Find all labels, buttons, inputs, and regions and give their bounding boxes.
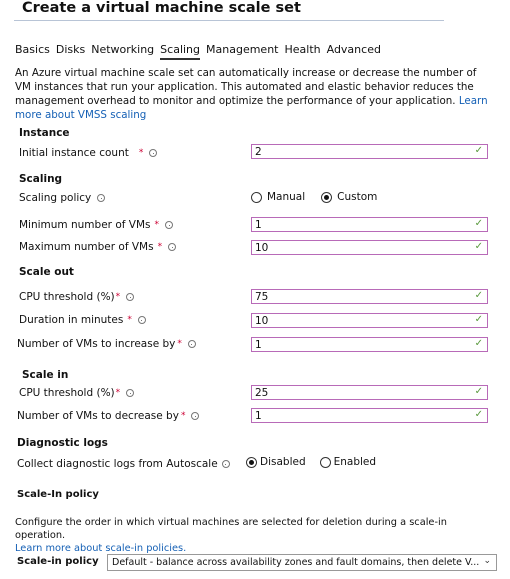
duration-input[interactable]: 10 ✓ [251,313,488,328]
checkmark-icon: ✓ [474,314,483,325]
initial-count-label: Initial instance count [19,147,129,159]
diagnostic-logs-heading: Diagnostic logs [17,437,108,449]
initial-count-input[interactable]: 2 ✓ [251,144,488,159]
info-icon[interactable] [137,316,146,324]
duration-value: 10 [255,314,269,327]
scale-out-cpu-input[interactable]: 75 ✓ [251,289,488,304]
tab-health[interactable]: Health [284,43,320,60]
custom-radio-label[interactable]: Custom [337,191,377,203]
tab-scaling[interactable]: Scaling [160,43,201,60]
scale-out-cpu-value: 75 [255,290,269,303]
decrease-by-label: Number of VMs to decrease by [17,410,179,422]
tab-management[interactable]: Management [206,43,278,60]
checkmark-icon: ✓ [474,145,483,156]
scale-in-cpu-label-row: CPU threshold (%) * [19,387,135,399]
increase-by-label-row: Number of VMs to increase by * [17,338,196,350]
collect-logs-label-row: Collect diagnostic logs from Autoscale [17,458,230,470]
scale-in-cpu-value: 25 [255,386,269,399]
scale-in-heading: Scale in [22,369,69,381]
decrease-by-label-row: Number of VMs to decrease by * [17,410,200,422]
tab-disks[interactable]: Disks [56,43,85,60]
max-vms-input[interactable]: 10 ✓ [251,240,488,255]
tab-basics[interactable]: Basics [15,43,50,60]
required-marker: * [115,292,121,302]
info-icon[interactable] [126,293,135,301]
chevron-down-icon: ⌄ [483,556,491,566]
scale-out-cpu-label: CPU threshold (%) [19,291,115,303]
increase-by-value: 1 [255,338,262,351]
info-icon[interactable] [97,194,106,202]
info-icon[interactable] [187,340,196,348]
scaling-heading: Scaling [19,173,63,185]
decrease-by-value: 1 [255,409,262,422]
required-marker: * [154,220,160,230]
scale-in-policy-selected-value: Default - balance across availability zo… [112,557,480,568]
required-marker: * [127,315,132,325]
info-icon[interactable] [168,243,177,251]
tab-networking[interactable]: Networking [91,43,154,60]
enabled-radio-label[interactable]: Enabled [334,456,376,468]
scale-out-heading: Scale out [19,266,74,278]
scale-in-cpu-label: CPU threshold (%) [19,387,115,399]
scale-in-policy-description: Configure the order in which virtual mac… [15,516,500,555]
max-vms-label-row: Maximum number of VMs * [19,241,177,253]
min-vms-value: 1 [255,218,262,231]
tab-bar: Basics Disks Networking Scaling Manageme… [15,43,387,60]
diagnostic-logs-radio-group: Disabled Enabled [246,456,376,468]
scaling-policy-radio-group: Manual Custom [251,191,377,203]
disabled-radio-label[interactable]: Disabled [260,456,306,468]
required-marker: * [177,339,182,349]
initial-count-value: 2 [255,145,262,158]
required-marker: * [180,411,186,421]
manual-radio-label[interactable]: Manual [267,191,305,203]
scale-in-policy-heading: Scale-In policy [17,489,99,500]
scale-in-policy-dropdown[interactable]: Default - balance across availability zo… [107,554,497,571]
max-vms-value: 10 [255,241,269,254]
info-icon[interactable] [165,221,173,229]
initial-count-label-row: Initial instance count * [19,147,158,159]
min-vms-input[interactable]: 1 ✓ [251,217,488,232]
max-vms-label: Maximum number of VMs [19,241,154,253]
duration-label: Duration in minutes [19,314,124,326]
required-marker: * [115,388,121,398]
instance-heading: Instance [19,127,70,139]
disabled-radio[interactable] [246,456,257,468]
description-text: An Azure virtual machine scale set can a… [15,67,477,107]
checkmark-icon: ✓ [474,386,483,397]
scaling-policy-label: Scaling policy [19,192,92,204]
scaling-description: An Azure virtual machine scale set can a… [15,66,495,122]
checkmark-icon: ✓ [474,241,483,252]
info-icon[interactable] [221,460,230,468]
custom-radio[interactable] [321,191,333,203]
increase-by-label: Number of VMs to increase by [17,338,176,350]
scale-in-policy-select-label: Scale-in policy [17,556,99,567]
min-vms-label: Minimum number of VMs [19,219,151,231]
decrease-by-input[interactable]: 1 ✓ [251,408,488,423]
page-title: Create a virtual machine scale set [22,0,301,16]
required-marker: * [157,242,163,252]
scale-in-cpu-input[interactable]: 25 ✓ [251,385,488,400]
checkmark-icon: ✓ [474,218,483,229]
checkmark-icon: ✓ [474,338,483,349]
learn-more-scale-in-link[interactable]: Learn more about scale-in policies. [15,543,186,554]
min-vms-label-row: Minimum number of VMs * [19,219,173,231]
info-icon[interactable] [126,389,135,397]
scaling-policy-label-row: Scaling policy [19,192,106,204]
title-divider [14,20,444,21]
tab-advanced[interactable]: Advanced [327,43,381,60]
scale-out-cpu-label-row: CPU threshold (%) * [19,291,135,303]
info-icon[interactable] [191,412,200,420]
required-marker: * [138,148,144,158]
enabled-radio[interactable] [319,456,331,468]
increase-by-input[interactable]: 1 ✓ [251,337,488,352]
scale-in-policy-text: Configure the order in which virtual mac… [15,517,447,541]
info-icon[interactable] [149,149,158,157]
checkmark-icon: ✓ [474,409,483,420]
duration-label-row: Duration in minutes * [19,314,146,326]
manual-radio[interactable] [251,191,262,203]
collect-logs-label: Collect diagnostic logs from Autoscale [17,458,218,470]
checkmark-icon: ✓ [474,290,483,301]
